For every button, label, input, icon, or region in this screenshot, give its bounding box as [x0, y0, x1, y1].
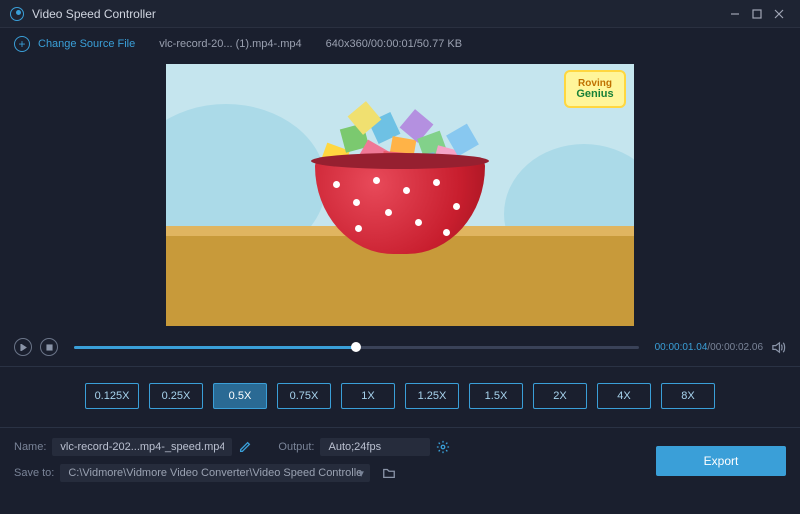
logo-line1: Roving — [578, 79, 612, 89]
source-file-name: vlc-record-20... (1).mp4-.mp4 — [159, 38, 301, 50]
titlebar: Video Speed Controller — [0, 0, 800, 28]
close-button[interactable] — [768, 3, 790, 25]
change-source-button[interactable]: + Change Source File — [14, 36, 135, 52]
save-to-label: Save to: — [14, 467, 54, 479]
speed-option-2X[interactable]: 2X — [533, 383, 587, 409]
toolbar: + Change Source File vlc-record-20... (1… — [0, 28, 800, 60]
speed-option-1_25X[interactable]: 1.25X — [405, 383, 459, 409]
logo-line2: Genius — [576, 89, 613, 100]
preview-area: Roving Genius — [0, 60, 800, 332]
export-button[interactable]: Export — [656, 446, 786, 476]
time-current: 00:00:01.04 — [655, 342, 708, 353]
stop-button[interactable] — [40, 338, 58, 356]
speed-options: 0.125X 0.25X 0.5X 0.75X 1X 1.25X 1.5X 2X 4X 8X — [0, 366, 800, 428]
seek-fill — [74, 346, 356, 349]
folder-icon[interactable] — [382, 466, 396, 480]
video-preview[interactable]: Roving Genius — [166, 64, 634, 326]
gear-icon[interactable] — [436, 440, 450, 454]
speed-option-0_25X[interactable]: 0.25X — [149, 383, 203, 409]
play-button[interactable] — [14, 338, 32, 356]
seek-slider[interactable] — [74, 346, 639, 349]
app-icon — [10, 7, 24, 21]
change-source-label: Change Source File — [38, 38, 135, 50]
output-format-select[interactable] — [320, 438, 430, 456]
output-label: Output: — [278, 441, 314, 453]
seek-thumb[interactable] — [351, 342, 361, 352]
edit-icon[interactable] — [238, 440, 252, 454]
speed-option-1_5X[interactable]: 1.5X — [469, 383, 523, 409]
output-name-input[interactable] — [52, 438, 232, 456]
volume-icon[interactable] — [771, 340, 786, 355]
speed-option-0_5X[interactable]: 0.5X — [213, 383, 267, 409]
window-title: Video Speed Controller — [32, 7, 724, 21]
minimize-button[interactable] — [724, 3, 746, 25]
video-watermark: Roving Genius — [564, 70, 626, 108]
maximize-button[interactable] — [746, 3, 768, 25]
speed-option-0_125X[interactable]: 0.125X — [85, 383, 139, 409]
save-path-input[interactable] — [60, 464, 370, 482]
plus-icon: + — [14, 36, 30, 52]
time-display: 00:00:01.04/00:00:02.06 — [655, 342, 763, 353]
speed-option-0_75X[interactable]: 0.75X — [277, 383, 331, 409]
name-label: Name: — [14, 441, 46, 453]
bottom-panel: Name: Output: Export Save to: ▾ — [0, 428, 800, 486]
speed-option-8X[interactable]: 8X — [661, 383, 715, 409]
speed-option-1X[interactable]: 1X — [341, 383, 395, 409]
source-file-meta: 640x360/00:00:01/50.77 KB — [326, 38, 462, 50]
time-total: 00:00:02.06 — [710, 342, 763, 353]
playback-controls: 00:00:01.04/00:00:02.06 — [0, 332, 800, 362]
speed-option-4X[interactable]: 4X — [597, 383, 651, 409]
